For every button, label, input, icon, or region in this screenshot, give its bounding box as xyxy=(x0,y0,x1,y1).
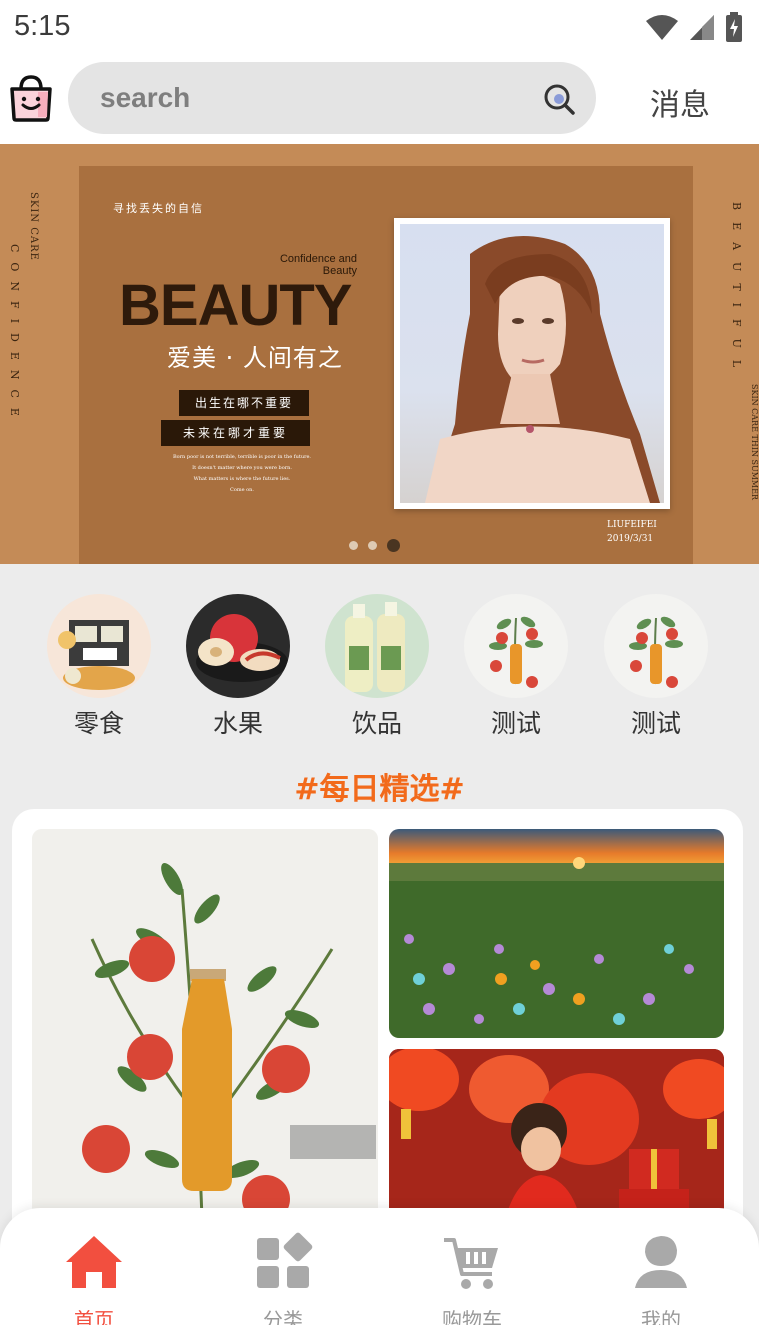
category-test-image xyxy=(604,594,708,698)
banner-english-line: What matters is where the future lies. xyxy=(193,476,291,482)
carousel-dot[interactable] xyxy=(368,541,377,550)
category-test-image xyxy=(464,594,568,698)
banner-small-caption: 寻找丢失的自信 xyxy=(113,202,204,215)
bottom-tab-bar: 首页 分类 购物车 我的 xyxy=(0,1208,759,1325)
tab-label: 购物车 xyxy=(442,1308,502,1325)
banner-photo-frame xyxy=(394,218,670,509)
banner-side-text-right: BEAUTIFUL xyxy=(730,202,743,380)
cart-icon xyxy=(444,1238,498,1289)
home-icon xyxy=(66,1236,122,1288)
daily-pick-apple-juice-image[interactable] xyxy=(32,829,378,1229)
banner-sign-name: LIUFEIFEI xyxy=(607,520,657,530)
banner-english-line: Born poor is not terrible, terrible is p… xyxy=(172,454,312,460)
daily-pick-flower-field-image[interactable] xyxy=(389,829,724,1038)
category-fruit-image xyxy=(186,594,290,698)
banner-sign-date: 2019/3/31 xyxy=(607,534,654,544)
category-item-drinks[interactable]: 饮品 xyxy=(323,594,431,740)
banner-model-photo xyxy=(400,224,664,503)
search-icon[interactable] xyxy=(542,82,576,116)
top-bar: 消息 xyxy=(0,58,759,144)
category-item-snacks[interactable]: 零食 xyxy=(45,594,153,740)
status-time: 5:15 xyxy=(14,10,71,42)
wifi-icon xyxy=(646,15,678,40)
shopping-bag-icon[interactable] xyxy=(8,74,54,122)
banner-side-text-right-small: SKIN CARE THIN SUMMER xyxy=(750,384,759,500)
category-label: 零食 xyxy=(73,709,124,738)
category-label: 水果 xyxy=(212,709,263,738)
search-box[interactable] xyxy=(68,62,596,134)
banner-side-text-left-top: SKIN CARE xyxy=(28,192,39,261)
carousel-dot-active[interactable] xyxy=(387,539,400,552)
category-icon xyxy=(257,1232,313,1288)
banner-headline: BEAUTY xyxy=(119,273,352,338)
category-snacks-image xyxy=(47,594,151,698)
status-bar: 5:15 xyxy=(0,0,759,58)
banner-carousel[interactable]: SKIN CARE CONFIDENCE BEAUTIFUL SKIN CARE… xyxy=(0,144,759,564)
tab-label: 分类 xyxy=(263,1308,303,1325)
banner-panel: 寻找丢失的自信 Confidence and Beauty BEAUTY 爱美 … xyxy=(79,166,693,564)
tab-home[interactable]: 首页 xyxy=(39,1232,149,1325)
model-portrait-image xyxy=(425,236,660,503)
messages-link[interactable]: 消息 xyxy=(650,80,710,124)
category-item-test-1[interactable]: 测试 xyxy=(462,594,570,740)
tab-profile[interactable]: 我的 xyxy=(606,1232,716,1325)
banner-english-line: It doesn't matter where you were born. xyxy=(192,465,292,471)
tab-category[interactable]: 分类 xyxy=(228,1232,338,1325)
banner-side-text-left: CONFIDENCE xyxy=(8,244,21,426)
category-item-fruit[interactable]: 水果 xyxy=(184,594,292,740)
category-label: 测试 xyxy=(490,709,541,738)
tab-label: 我的 xyxy=(641,1308,681,1325)
category-label: 饮品 xyxy=(351,709,402,738)
banner-subtitle: 爱美 · 人间有之 xyxy=(167,344,343,372)
tab-cart[interactable]: 购物车 xyxy=(417,1232,527,1325)
carousel-dot[interactable] xyxy=(349,541,358,550)
banner-english-line: Come on. xyxy=(230,487,254,493)
banner-pill-1: 出生在哪不重要 xyxy=(179,390,310,416)
category-item-test-2[interactable]: 测试 xyxy=(602,594,710,740)
banner-pill-2: 未来在哪才重要 xyxy=(161,420,311,446)
carousel-dots xyxy=(349,539,400,552)
banner-english-text: Born poor is not terrible, terrible is p… xyxy=(165,452,319,496)
category-row: 零食 水果 饮品 测试 测试 xyxy=(0,594,759,738)
cell-signal-icon xyxy=(690,15,714,40)
battery-icon xyxy=(726,12,742,42)
daily-picks-title: #每日精选# xyxy=(294,772,465,807)
category-drinks-image xyxy=(325,594,429,698)
search-input[interactable] xyxy=(100,78,520,118)
banner-signature: LIUFEIFEI 2019/3/31 xyxy=(607,518,657,546)
category-label: 测试 xyxy=(630,709,681,738)
tab-label: 首页 xyxy=(74,1308,114,1325)
status-icons xyxy=(645,12,743,42)
user-icon xyxy=(635,1236,687,1288)
